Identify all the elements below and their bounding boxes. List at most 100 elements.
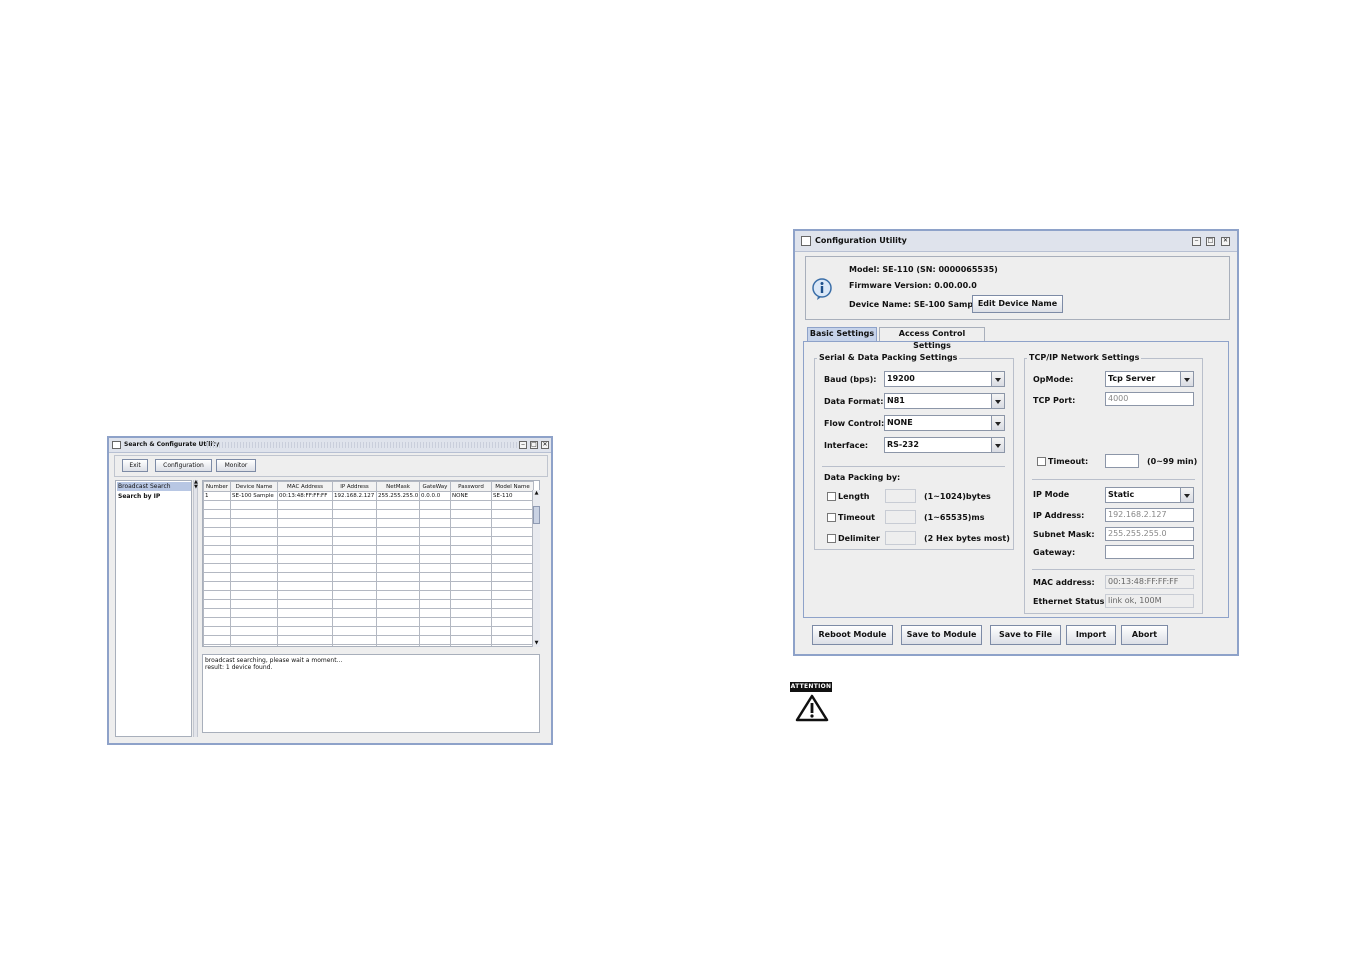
table-row[interactable] bbox=[203, 644, 534, 646]
table-row[interactable] bbox=[203, 527, 534, 537]
chevron-down-icon[interactable] bbox=[1180, 372, 1193, 386]
table-cell bbox=[450, 554, 492, 564]
delimiter-checkbox[interactable] bbox=[827, 534, 836, 543]
baud-select[interactable]: 19200 bbox=[884, 371, 1005, 387]
column-header[interactable]: NetMask bbox=[376, 481, 420, 492]
subnet-mask-input[interactable]: 255.255.255.0 bbox=[1105, 527, 1194, 541]
length-label: Length bbox=[838, 492, 870, 501]
data-format-value: N81 bbox=[887, 396, 905, 405]
table-cell bbox=[332, 527, 377, 537]
table-row[interactable] bbox=[203, 554, 534, 564]
baud-value: 19200 bbox=[887, 374, 915, 383]
table-cell bbox=[376, 572, 420, 582]
table-cell bbox=[230, 581, 278, 591]
interface-select[interactable]: RS-232 bbox=[884, 437, 1005, 453]
flow-control-select[interactable]: NONE bbox=[884, 415, 1005, 431]
timeout-checkbox[interactable] bbox=[827, 513, 836, 522]
tcp-port-label: TCP Port: bbox=[1033, 396, 1076, 405]
table-cell bbox=[376, 608, 420, 618]
network-timeout-checkbox[interactable] bbox=[1037, 457, 1046, 466]
flow-control-value: NONE bbox=[887, 418, 913, 427]
save-to-file-button[interactable]: Save to File bbox=[990, 625, 1061, 645]
column-header[interactable]: Password bbox=[450, 481, 492, 492]
table-row[interactable] bbox=[203, 626, 534, 636]
table-cell bbox=[491, 572, 534, 582]
delimiter-input[interactable] bbox=[885, 531, 916, 545]
reboot-module-button[interactable]: Reboot Module bbox=[812, 625, 893, 645]
ip-mode-select[interactable]: Static bbox=[1105, 487, 1194, 503]
minimize-icon[interactable]: ‒ bbox=[519, 441, 527, 449]
chevron-down-icon[interactable] bbox=[991, 372, 1004, 386]
maximize-icon[interactable]: □ bbox=[530, 441, 538, 449]
table-cell bbox=[203, 518, 231, 528]
network-timeout-input[interactable] bbox=[1105, 454, 1139, 468]
scroll-down-icon[interactable]: ▼ bbox=[533, 640, 540, 647]
device-table: Number Device Name MAC Address IP Address Ne… bbox=[203, 481, 534, 646]
close-icon[interactable]: ✕ bbox=[541, 441, 549, 449]
opmode-select[interactable]: Tcp Server bbox=[1105, 371, 1194, 387]
configuration-button[interactable]: Configuration bbox=[155, 459, 212, 472]
column-header[interactable]: Device Name bbox=[230, 481, 278, 492]
maximize-icon[interactable]: □ bbox=[1206, 237, 1215, 246]
table-cell bbox=[332, 590, 377, 600]
column-header[interactable]: GateWay bbox=[419, 481, 451, 492]
window-menu-icon[interactable] bbox=[112, 441, 121, 449]
table-row[interactable] bbox=[203, 563, 534, 573]
table-row[interactable] bbox=[203, 572, 534, 582]
table-cell bbox=[419, 545, 451, 555]
length-checkbox[interactable] bbox=[827, 492, 836, 501]
scroll-thumb[interactable] bbox=[533, 506, 540, 524]
table-cell bbox=[419, 527, 451, 537]
table-row[interactable]: 1 SE-100 Sample 00:13:48:FF:FF:FF 192.168.2… bbox=[203, 491, 534, 501]
minimize-icon[interactable]: ‒ bbox=[1192, 237, 1201, 246]
length-input[interactable] bbox=[885, 489, 916, 503]
table-row[interactable] bbox=[203, 545, 534, 555]
table-cell bbox=[376, 509, 420, 519]
ip-mode-label: IP Mode bbox=[1033, 490, 1070, 499]
chevron-down-icon[interactable] bbox=[1180, 488, 1193, 502]
import-button[interactable]: Import bbox=[1066, 625, 1116, 645]
chevron-down-icon[interactable] bbox=[991, 394, 1004, 408]
splitter-handle[interactable]: ▲ ▼ bbox=[193, 480, 198, 737]
table-cell bbox=[332, 626, 377, 636]
table-row[interactable] bbox=[203, 608, 534, 618]
packing-timeout-hint: (1~65535)ms bbox=[924, 513, 985, 522]
list-item-broadcast-search[interactable]: Broadcast Search bbox=[117, 482, 191, 491]
table-row[interactable] bbox=[203, 518, 534, 528]
tab-access-control[interactable]: Access Control Settings bbox=[879, 327, 985, 350]
ip-address-input[interactable]: 192.168.2.127 bbox=[1105, 508, 1194, 522]
abort-button[interactable]: Abort bbox=[1121, 625, 1168, 645]
table-cell bbox=[450, 590, 492, 600]
gateway-input[interactable] bbox=[1105, 545, 1194, 559]
chevron-down-icon[interactable] bbox=[991, 416, 1004, 430]
table-cell bbox=[450, 545, 492, 555]
table-row[interactable] bbox=[203, 599, 534, 609]
tab-basic-settings[interactable]: Basic Settings bbox=[807, 327, 877, 341]
edit-device-name-button[interactable]: Edit Device Name bbox=[972, 295, 1063, 313]
exit-button[interactable]: Exit bbox=[122, 459, 148, 472]
window-menu-icon[interactable] bbox=[801, 236, 811, 246]
column-header[interactable]: Number bbox=[203, 481, 231, 492]
table-row[interactable] bbox=[203, 635, 534, 645]
table-scrollbar[interactable]: ▲ ▼ bbox=[532, 490, 540, 647]
list-item-search-by-ip[interactable]: Search by IP bbox=[117, 492, 160, 501]
table-row[interactable] bbox=[203, 500, 534, 510]
data-format-select[interactable]: N81 bbox=[884, 393, 1005, 409]
column-header[interactable]: IP Address bbox=[332, 481, 377, 492]
table-row[interactable] bbox=[203, 581, 534, 591]
table-row[interactable] bbox=[203, 536, 534, 546]
tcp-port-input[interactable]: 4000 bbox=[1105, 392, 1194, 406]
table-row[interactable] bbox=[203, 617, 534, 627]
save-to-module-button[interactable]: Save to Module bbox=[901, 625, 982, 645]
packing-timeout-input[interactable] bbox=[885, 510, 916, 524]
title-bar: Configuration Utility ‒ □ ✕ bbox=[795, 231, 1237, 252]
table-cell bbox=[277, 644, 333, 646]
monitor-button[interactable]: Monitor bbox=[216, 459, 256, 472]
column-header[interactable]: Model Name bbox=[491, 481, 534, 492]
table-row[interactable] bbox=[203, 590, 534, 600]
column-header[interactable]: MAC Address bbox=[277, 481, 333, 492]
close-icon[interactable]: ✕ bbox=[1221, 237, 1230, 246]
chevron-down-icon[interactable] bbox=[991, 438, 1004, 452]
scroll-up-icon[interactable]: ▲ bbox=[533, 490, 540, 497]
table-row[interactable] bbox=[203, 509, 534, 519]
